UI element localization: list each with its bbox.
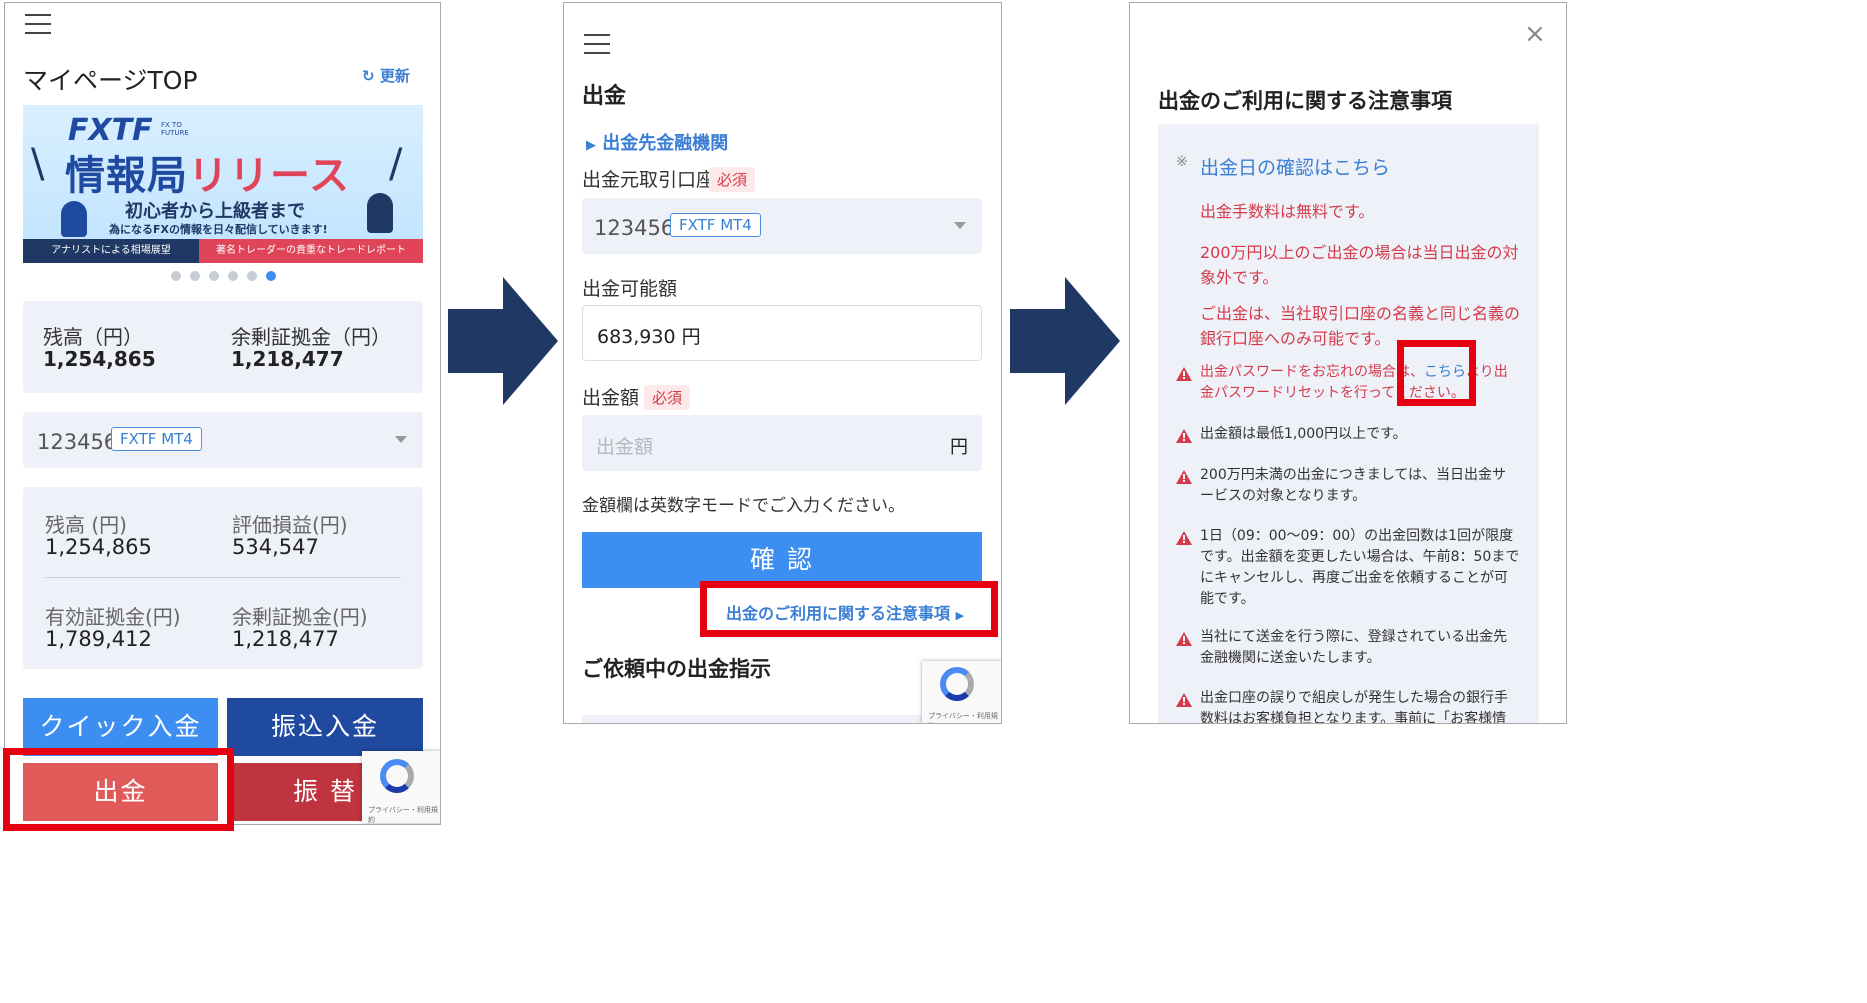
confirm-button[interactable]: 確 認 xyxy=(582,532,982,588)
date-link[interactable]: 出金日の確認はこちら xyxy=(1200,153,1390,180)
carousel-dot[interactable] xyxy=(209,271,219,281)
banner-sub2: 為になるFXの情報を日々配信していきます! xyxy=(109,223,328,236)
asterisk: ※ xyxy=(1176,154,1188,170)
warn-same-day-service: 200万円未満の出金につきましては、当日出金サービスの対象となります。 xyxy=(1200,467,1507,504)
warn-remittance: 当社にて送金を行う際に、登録されている出金先金融機関に送金いたします。 xyxy=(1200,629,1508,666)
menu-icon[interactable] xyxy=(584,34,610,54)
account-details-panel: 残高 (円) 1,254,865 評価損益(円) 534,547 有効証拠金(円… xyxy=(23,487,423,669)
amount-input[interactable]: 出金額 円 xyxy=(582,415,982,471)
carousel-dot[interactable] xyxy=(228,271,238,281)
banner-headline: 情報局リリース xyxy=(65,153,350,199)
highlight-withdraw-button xyxy=(3,748,234,831)
banner-slash-left: \ xyxy=(31,141,45,187)
refresh-button[interactable]: ↻ 更新 xyxy=(362,65,410,86)
balance-value: 1,254,865 xyxy=(43,347,156,371)
banner-sub1: 初心者から上級者まで xyxy=(125,201,305,222)
banner-footer-right: 著名トレーダーの貴重なトレードレポート xyxy=(199,239,423,263)
detail-balance-label: 残高 (円) xyxy=(45,513,127,537)
promo-banner[interactable]: FXTF FX TO FUTURE \ 情報局リリース / 初心者から上級者まで… xyxy=(23,105,423,263)
free-margin-label: 余剰証拠金（円） xyxy=(231,325,391,349)
screen-mypage: マイページTOP ↻ 更新 FXTF FX TO FUTURE \ 情報局リリー… xyxy=(4,2,441,825)
detail-pl-value: 534,547 xyxy=(232,535,319,559)
detail-pl-label: 評価損益(円) xyxy=(232,513,348,537)
amount-placeholder: 出金額 xyxy=(596,436,654,458)
page-title: 出金 xyxy=(582,84,627,109)
warning-icon xyxy=(1176,531,1192,545)
warn-bank-fee: 出金口座の誤りで組戻しが発生した場合の銀行手数料はお客様負担となります。事前に「… xyxy=(1200,690,1508,724)
recaptcha-text: プライバシー・利用規約 xyxy=(368,806,438,824)
transfer-deposit-button[interactable]: 振込入金 xyxy=(227,698,423,756)
free-margin-value: 1,218,477 xyxy=(231,347,344,371)
required-badge: 必須 xyxy=(644,385,691,410)
recaptcha-icon xyxy=(380,759,414,793)
warn-daily-limit: 1日（09：00〜09：00）の出金回数は1回が限度です。出金額を変更したい場合… xyxy=(1200,528,1520,607)
available-amount-value: 683,930 円 xyxy=(597,326,701,348)
summary-panel: 残高（円） 1,254,865 余剰証拠金（円） 1,218,477 xyxy=(23,301,423,393)
recaptcha-badge[interactable]: プライバシー・利用規約 xyxy=(922,661,1001,723)
refresh-icon: ↻ xyxy=(362,67,375,85)
warning-icon xyxy=(1176,470,1192,484)
source-account-label: 出金元取引口座 xyxy=(582,169,716,191)
carousel-dot[interactable] xyxy=(190,271,200,281)
available-amount-field: 683,930 円 xyxy=(582,305,982,361)
detail-free-margin-value: 1,218,477 xyxy=(232,627,339,651)
carousel-dot[interactable] xyxy=(171,271,181,281)
menu-icon[interactable] xyxy=(25,14,51,34)
warning-icon xyxy=(1176,632,1192,646)
banner-slash-right: / xyxy=(389,141,403,187)
notice-same-day: 200万円以上のご出金の場合は当日出金の対象外です。 xyxy=(1200,243,1519,287)
recaptcha-icon xyxy=(940,667,974,701)
recaptcha-text: プライバシー・利用規約 xyxy=(928,712,998,723)
available-amount-label: 出金可能額 xyxy=(582,278,678,300)
balance-label: 残高（円） xyxy=(43,325,143,349)
banner-person-right xyxy=(367,193,393,233)
carousel-dot[interactable] xyxy=(247,271,257,281)
detail-eff-margin-value: 1,789,412 xyxy=(45,627,152,651)
warning-icon xyxy=(1176,429,1192,443)
detail-free-margin-label: 余剰証拠金(円) xyxy=(232,605,368,629)
modal-title: 出金のご利用に関する注意事項 xyxy=(1158,89,1452,113)
screen-notes-modal: × 出金のご利用に関する注意事項 ※ 出金日の確認はこちら 出金手数料は無料です… xyxy=(1129,2,1567,724)
pending-title: ご依頼中の出金指示 xyxy=(582,657,771,681)
carousel-dot-active[interactable] xyxy=(266,271,276,281)
page-title: マイページTOP xyxy=(23,66,198,95)
amount-hint: 金額欄は英数字モードでご入力ください。 xyxy=(582,496,905,516)
highlight-notes-link xyxy=(700,581,998,637)
banner-logo-small: FX TO FUTURE xyxy=(161,121,189,137)
required-badge: 必須 xyxy=(709,167,756,192)
caret-right-icon: ▶ xyxy=(586,138,596,153)
account-badge: FXTF MT4 xyxy=(670,213,761,237)
source-account-select[interactable]: 123456 FXTF MT4 xyxy=(582,198,982,254)
arrow-right-icon xyxy=(1010,277,1120,405)
chevron-down-icon xyxy=(954,222,966,229)
divider xyxy=(45,577,401,578)
banner-person-left xyxy=(61,201,87,237)
highlight-reset-link xyxy=(1397,340,1476,406)
account-badge: FXTF MT4 xyxy=(111,427,202,451)
refresh-label: 更新 xyxy=(379,67,410,85)
recaptcha-badge[interactable]: プライバシー・利用規約 xyxy=(362,751,440,824)
detail-eff-margin-label: 有効証拠金(円) xyxy=(45,605,181,629)
amount-label: 出金額 xyxy=(582,387,640,409)
amount-unit: 円 xyxy=(950,437,968,458)
chevron-down-icon xyxy=(395,436,407,443)
bank-link[interactable]: ▶ 出金先金融機関 xyxy=(586,129,728,155)
notice-fee: 出金手数料は無料です。 xyxy=(1200,202,1375,221)
detail-balance-value: 1,254,865 xyxy=(45,535,152,559)
account-number: 123456 xyxy=(594,216,675,240)
banner-footer-left: アナリストによる相場展望 xyxy=(23,239,199,263)
warn-minimum: 出金額は最低1,000円以上です。 xyxy=(1200,426,1407,442)
notes-panel: ※ 出金日の確認はこちら 出金手数料は無料です。 200万円以上のご出金の場合は… xyxy=(1158,124,1539,724)
warning-icon xyxy=(1176,693,1192,707)
close-icon[interactable]: × xyxy=(1524,19,1546,49)
account-number: 123456 xyxy=(37,430,118,454)
arrow-right-icon xyxy=(448,277,558,405)
account-select[interactable]: 123456 FXTF MT4 xyxy=(23,412,423,468)
warning-icon xyxy=(1176,367,1192,381)
